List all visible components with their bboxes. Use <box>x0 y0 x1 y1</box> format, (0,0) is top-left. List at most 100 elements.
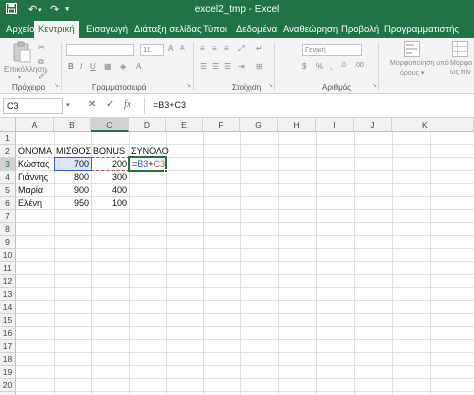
font-launcher-icon[interactable]: ↘ <box>186 82 191 89</box>
column-header-c[interactable]: C <box>91 118 129 132</box>
cell-d3-editor[interactable]: =B3+C3 <box>130 158 166 171</box>
tab-formulas[interactable]: Τύποι <box>203 21 227 38</box>
comma-style-icon[interactable]: , <box>330 62 332 71</box>
cell-b6[interactable]: 950 <box>54 197 91 210</box>
row-header[interactable]: 14 <box>0 301 16 314</box>
align-middle-icon[interactable]: ≡ <box>212 44 217 53</box>
column-header-e[interactable]: E <box>166 118 203 132</box>
column-header-f[interactable]: F <box>203 118 240 132</box>
row-header[interactable]: 17 <box>0 340 16 353</box>
row-header[interactable]: 20 <box>0 379 16 392</box>
fill-color-icon[interactable]: ◈ <box>120 62 126 71</box>
merge-center-icon[interactable]: ⊞ <box>256 62 263 71</box>
format-painter-icon[interactable]: 🖌 <box>38 70 48 79</box>
column-header-j[interactable]: J <box>354 118 392 132</box>
align-right-icon[interactable]: ☰ <box>224 62 231 71</box>
cell-a5[interactable]: Μαρία <box>16 184 54 197</box>
insert-function-icon[interactable]: fx <box>124 99 131 110</box>
row-header[interactable]: 4 <box>0 171 16 184</box>
indent-icon[interactable]: ⇥ <box>238 62 245 71</box>
cell-c4[interactable]: 300 <box>91 171 129 184</box>
cell-c3[interactable]: 200 <box>91 158 129 171</box>
column-header-i[interactable]: I <box>316 118 354 132</box>
name-box[interactable]: C3 <box>3 98 63 114</box>
clipboard-launcher-icon[interactable]: ↘ <box>54 82 59 89</box>
underline-icon[interactable]: U <box>90 62 96 71</box>
decrease-font-icon[interactable]: A <box>180 45 185 52</box>
align-left-icon[interactable]: ☰ <box>200 62 207 71</box>
row-header[interactable]: 19 <box>0 366 16 379</box>
row-header[interactable]: 2 <box>0 145 16 158</box>
column-header-g[interactable]: G <box>240 118 278 132</box>
worksheet-grid[interactable]: A B C D E F G H I J K 1 2 3 4 5 6 7 8 9 … <box>0 118 474 395</box>
wrap-text-icon[interactable]: ↵ <box>256 44 263 53</box>
row-header[interactable]: 3 <box>0 158 16 171</box>
select-all-corner[interactable] <box>0 118 16 132</box>
name-box-dropdown-icon[interactable]: ▾ <box>66 101 70 109</box>
row-header[interactable]: 11 <box>0 262 16 275</box>
cell-b3[interactable]: 700 <box>54 158 91 171</box>
cell-b2[interactable]: ΜΙΣΘΟΣ <box>54 145 91 158</box>
row-header[interactable]: 1 <box>0 132 16 145</box>
tab-view[interactable]: Προβολή <box>341 21 379 38</box>
row-header[interactable]: 10 <box>0 249 16 262</box>
cell-b4[interactable]: 800 <box>54 171 91 184</box>
align-top-icon[interactable]: ≡ <box>200 44 205 53</box>
font-name-combo[interactable] <box>66 44 134 56</box>
number-launcher-icon[interactable]: ↘ <box>372 82 377 89</box>
align-bottom-icon[interactable]: ≡ <box>224 44 229 53</box>
row-header[interactable]: 13 <box>0 288 16 301</box>
row-header[interactable]: 9 <box>0 236 16 249</box>
font-color-icon[interactable]: A <box>136 62 141 71</box>
tab-data[interactable]: Δεδομένα <box>236 21 277 38</box>
cell-a6[interactable]: Ελένη <box>16 197 54 210</box>
cell-a4[interactable]: Γιάννης <box>16 171 54 184</box>
tab-review[interactable]: Αναθεώρηση <box>283 21 338 38</box>
paste-icon[interactable] <box>12 41 32 68</box>
tab-insert[interactable]: Εισαγωγή <box>86 21 128 38</box>
number-format-combo[interactable]: Γενική <box>302 44 362 56</box>
accounting-format-icon[interactable]: $ <box>302 62 306 71</box>
alignment-launcher-icon[interactable]: ↘ <box>268 82 273 89</box>
percent-icon[interactable]: % <box>316 62 323 71</box>
column-header-d[interactable]: D <box>129 118 166 132</box>
column-header-a[interactable]: A <box>16 118 54 132</box>
bold-icon[interactable]: B <box>68 62 74 71</box>
cell-a3[interactable]: Κώστας <box>16 158 54 171</box>
row-header[interactable]: 5 <box>0 184 16 197</box>
cell-c5[interactable]: 400 <box>91 184 129 197</box>
row-header[interactable]: 18 <box>0 353 16 366</box>
confirm-entry-icon[interactable]: ✓ <box>106 99 114 110</box>
cancel-entry-icon[interactable]: ✕ <box>88 99 96 110</box>
italic-icon[interactable]: I <box>80 62 82 71</box>
increase-decimal-icon[interactable]: .0 <box>340 62 346 69</box>
conditional-formatting-icon[interactable] <box>404 41 420 62</box>
cell-a2[interactable]: ΟΝΟΜΑ <box>16 145 54 158</box>
formula-input[interactable]: =B3+C3 <box>150 98 472 114</box>
tab-page-layout[interactable]: Διάταξη σελίδας <box>134 21 202 38</box>
cell-b5[interactable]: 900 <box>54 184 91 197</box>
conditional-formatting-label[interactable]: Μορφοποίηση υπό <box>390 60 449 67</box>
conditional-formatting-sublabel[interactable]: όρους ▾ <box>400 69 424 77</box>
row-header[interactable]: 15 <box>0 314 16 327</box>
increase-font-icon[interactable]: A <box>168 44 173 53</box>
column-header-b[interactable]: B <box>54 118 91 132</box>
cell-c2[interactable]: BONUS <box>91 145 129 158</box>
row-header[interactable]: 8 <box>0 223 16 236</box>
cell-c6[interactable]: 100 <box>91 197 129 210</box>
decrease-decimal-icon[interactable]: .00 <box>354 62 364 69</box>
row-header[interactable]: 7 <box>0 210 16 223</box>
tab-file[interactable]: Αρχείο <box>6 21 34 38</box>
font-size-combo[interactable]: 11 <box>140 44 164 56</box>
paste-dropdown-icon[interactable]: ▾ <box>18 74 21 81</box>
column-header-h[interactable]: H <box>278 118 316 132</box>
align-center-icon[interactable]: ☰ <box>212 62 219 71</box>
column-header-k[interactable]: K <box>392 118 474 132</box>
tab-developer[interactable]: Προγραμματιστής <box>384 21 459 38</box>
orientation-icon[interactable]: ⤢ <box>238 44 244 54</box>
format-as-table-icon[interactable] <box>452 41 468 62</box>
format-as-table-label[interactable]: Μορφο <box>450 60 472 67</box>
borders-icon[interactable]: ▦ <box>104 62 112 71</box>
copy-icon[interactable]: ⧉ <box>38 57 44 67</box>
cut-icon[interactable]: ✂ <box>38 43 45 52</box>
